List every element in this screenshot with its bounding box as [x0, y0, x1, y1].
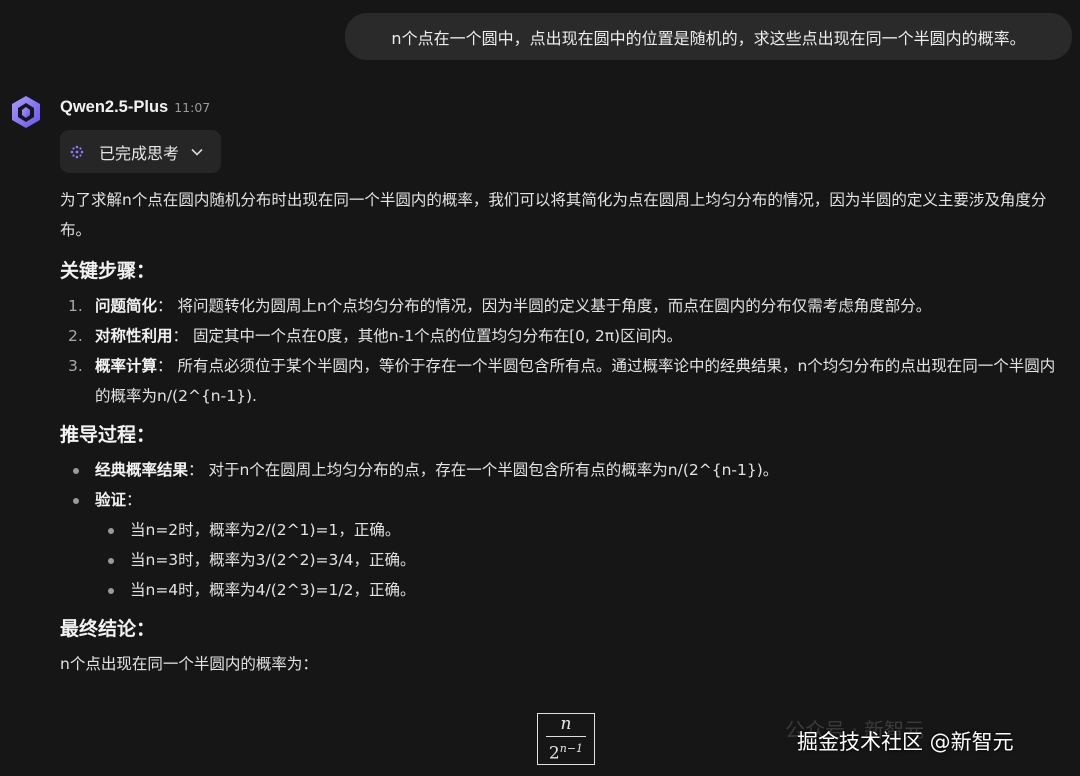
verification-text: 当n=4时，概率为4/(2^3)=1/2，正确。	[130, 581, 416, 599]
derivation-list: 经典概率结果： 对于n个在圆周上均匀分布的点，存在一个半圆包含所有点的概率为n/…	[60, 455, 1065, 605]
intro-paragraph: 为了求解n个点在圆内随机分布时出现在同一个半圆内的概率，我们可以将其简化为点在圆…	[60, 191, 1047, 239]
list-item: 经典概率结果： 对于n个在圆周上均匀分布的点，存在一个半圆包含所有点的概率为n/…	[60, 455, 1065, 485]
list-item: 当n=4时，概率为4/(2^3)=1/2，正确。	[95, 575, 1065, 605]
bullet-dot	[108, 588, 114, 594]
bullet-dot	[108, 558, 114, 564]
list-number: 3.	[68, 357, 83, 375]
classic-result-text: ： 对于n个在圆周上均匀分布的点，存在一个半圆包含所有点的概率为n/(2^{n-…	[188, 461, 779, 479]
qwen-logo-icon	[12, 96, 40, 128]
formula-numerator: n	[560, 714, 572, 735]
step-title: 对称性利用	[95, 327, 173, 345]
chevron-down-icon	[191, 148, 203, 156]
verify-title: 验证	[95, 491, 127, 509]
list-number: 1.	[68, 297, 83, 315]
step-title: 概率计算	[95, 357, 158, 375]
thinking-label: 已完成思考	[99, 143, 180, 163]
formula-exponent: n−1	[559, 742, 584, 756]
bullet-dot	[108, 528, 114, 534]
formula-denominator: 2n−1	[549, 740, 583, 763]
thinking-toggle-button[interactable]: 已完成思考	[60, 130, 221, 173]
step-title: 问题简化	[95, 297, 158, 315]
model-name: Qwen2.5-Plus	[60, 98, 169, 116]
list-number: 2.	[68, 327, 83, 345]
assistant-header: Qwen2.5-Plus 11:07	[60, 98, 210, 117]
assistant-response: 为了求解n个点在圆内随机分布时出现在同一个半圆内的概率，我们可以将其简化为点在圆…	[60, 185, 1065, 679]
verification-list: 当n=2时，概率为2/(2^1)=1，正确。 当n=3时，概率为3/(2^2)=…	[95, 515, 1065, 605]
list-item: 1. 问题简化： 将问题转化为圆周上n个点均匀分布的情况，因为半圆的定义基于角度…	[60, 291, 1065, 321]
sparkle-icon	[70, 145, 84, 158]
list-item: 3. 概率计算： 所有点必须位于某个半圆内，等价于存在一个半圆包含所有点。通过概…	[60, 351, 1065, 411]
user-message-text: n个点在一个圆中，点出现在圆中的位置是随机的，求这些点出现在同一个半圆内的概率。	[391, 28, 1026, 48]
classic-result-title: 经典概率结果	[95, 461, 189, 479]
conclusion-text: n个点出现在同一个半圆内的概率为：	[60, 655, 318, 673]
conclusion-heading: 最终结论：	[60, 618, 156, 640]
list-item: 验证： 当n=2时，概率为2/(2^1)=1，正确。 当n=3时，概率为3/(2…	[60, 485, 1065, 605]
formula-base: 2	[548, 743, 560, 764]
user-message-bubble: n个点在一个圆中，点出现在圆中的位置是随机的，求这些点出现在同一个半圆内的概率。	[345, 13, 1072, 60]
fraction-bar	[546, 736, 586, 738]
message-time: 11:07	[174, 100, 211, 115]
verification-text: 当n=3时，概率为3/(2^2)=3/4，正确。	[130, 551, 416, 569]
list-item: 2. 对称性利用： 固定其中一个点在0度，其他n-1个点的位置均匀分布在[0, …	[60, 321, 1065, 351]
watermark: 掘金技术社区 @新智元	[797, 730, 1014, 754]
step-text: ： 所有点必须位于某个半圆内，等价于存在一个半圆包含所有点。通过概率论中的经典结…	[95, 357, 1056, 405]
step-text: ： 固定其中一个点在0度，其他n-1个点的位置均匀分布在[0, 2π)区间内。	[172, 327, 683, 345]
key-steps-heading: 关键步骤：	[60, 260, 156, 282]
list-item: 当n=2时，概率为2/(2^1)=1，正确。	[95, 515, 1065, 545]
step-text: ： 将问题转化为圆周上n个点均匀分布的情况，因为半圆的定义基于角度，而点在圆内的…	[157, 297, 932, 315]
formula-box: n 2n−1	[537, 713, 595, 765]
key-steps-list: 1. 问题简化： 将问题转化为圆周上n个点均匀分布的情况，因为半圆的定义基于角度…	[60, 291, 1065, 411]
list-item: 当n=3时，概率为3/(2^2)=3/4，正确。	[95, 545, 1065, 575]
bullet-dot	[73, 468, 79, 474]
verify-colon: ：	[126, 491, 142, 509]
verification-text: 当n=2时，概率为2/(2^1)=1，正确。	[130, 521, 401, 539]
derivation-heading: 推导过程：	[60, 424, 156, 446]
bullet-dot	[73, 498, 79, 504]
